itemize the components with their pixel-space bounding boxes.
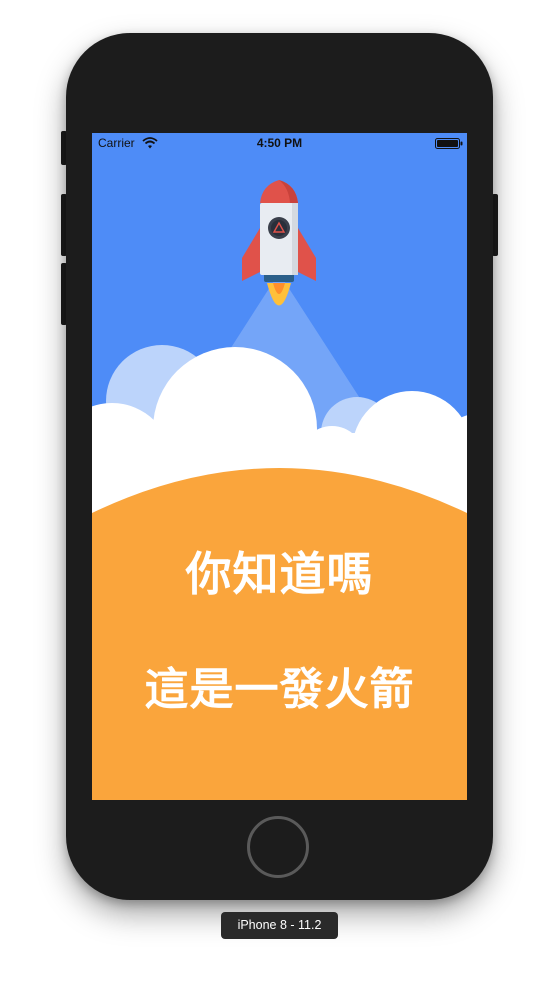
rocket-icon bbox=[242, 180, 316, 306]
battery-icon bbox=[435, 138, 463, 149]
simulator-stage: Carrier 4:50 PM 你知道嗎 這是一發火箭 iPhone 8 - 1… bbox=[0, 0, 559, 981]
orange-hill bbox=[92, 468, 467, 800]
device-label: iPhone 8 - 11.2 bbox=[221, 912, 338, 939]
headline-text: 你知道嗎 bbox=[185, 547, 374, 601]
subline-text: 這是一發火箭 bbox=[144, 664, 415, 715]
status-time: 4:50 PM bbox=[256, 136, 303, 150]
app-screen: Carrier 4:50 PM 你知道嗎 這是一發火箭 bbox=[92, 133, 467, 800]
home-button[interactable] bbox=[247, 816, 309, 878]
status-bar: Carrier 4:50 PM bbox=[92, 133, 467, 153]
